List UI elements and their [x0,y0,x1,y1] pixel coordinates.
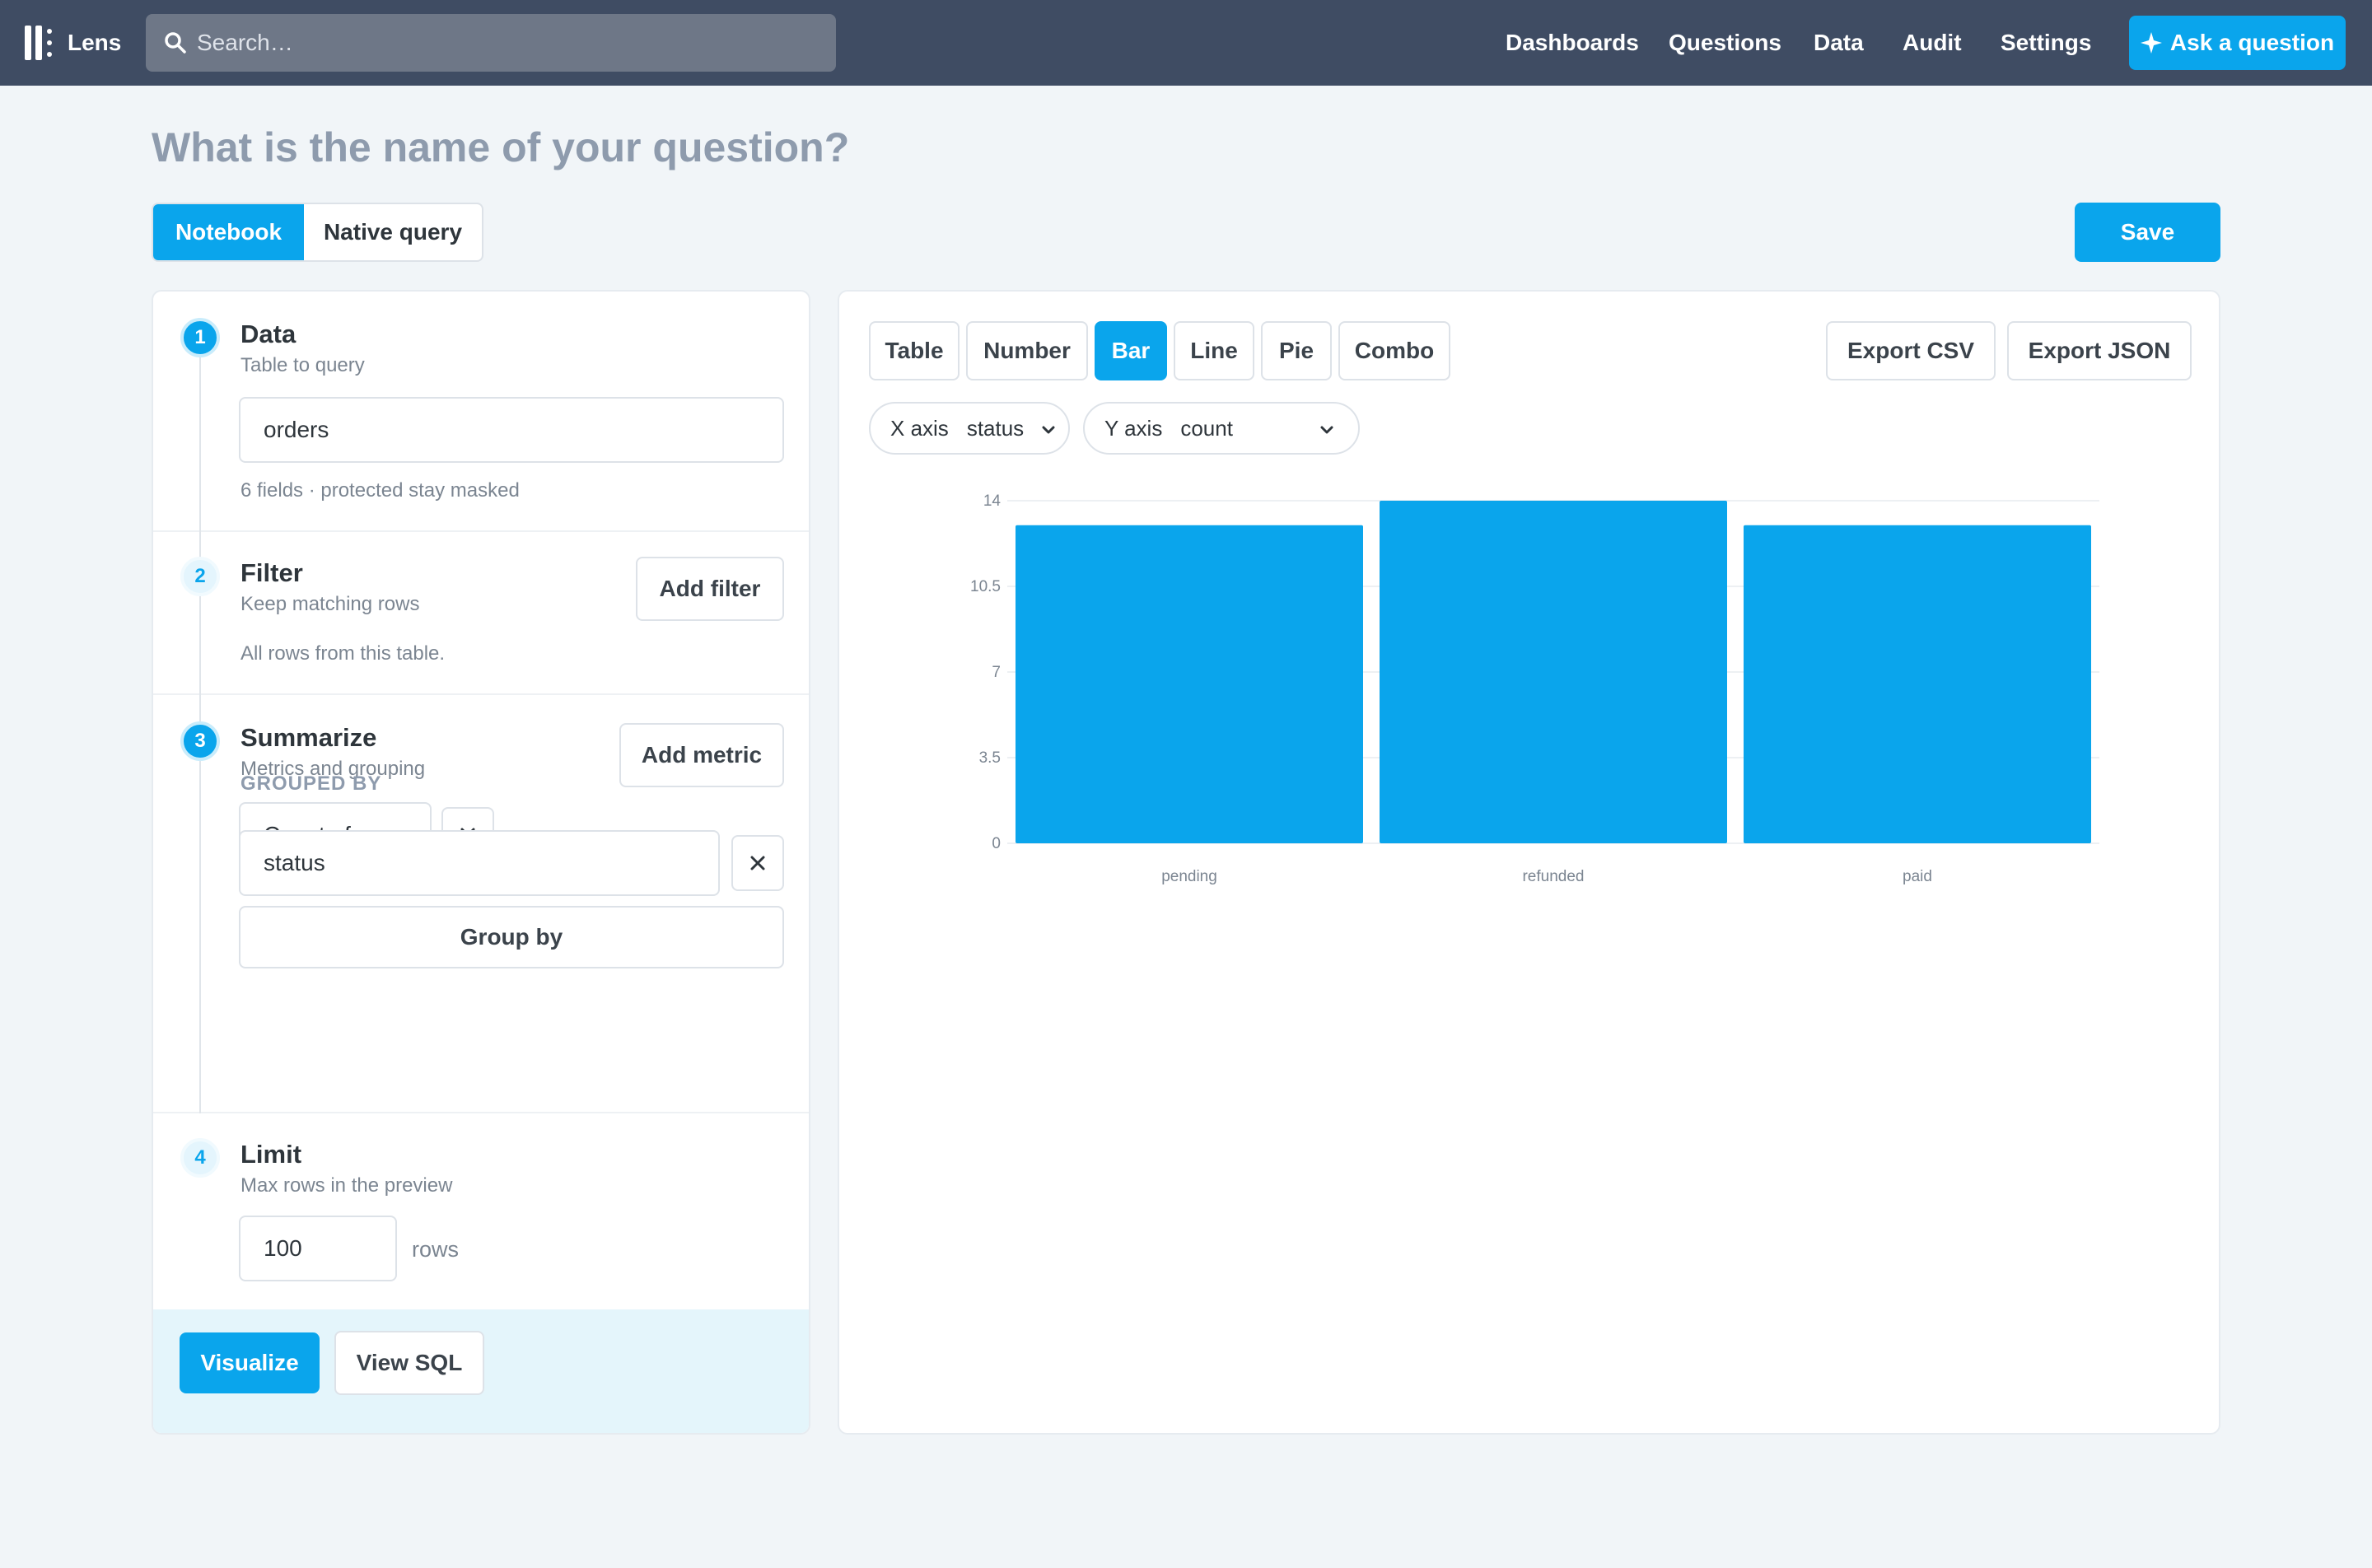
notebook-panel: 1 Data Table to query orders 6 fields · … [152,290,810,1435]
table-select[interactable]: orders [239,397,784,463]
bar-refunded[interactable] [1380,501,1727,843]
step-number: 1 [180,318,220,357]
x-tick-label: refunded [1522,868,1584,885]
step-title: Summarize [240,723,377,752]
step-summarize: 3 Summarize Metrics and grouping Add met… [153,695,809,1113]
tab-notebook[interactable]: Notebook [153,204,304,260]
step-data: 1 Data Table to query orders 6 fields · … [153,292,809,532]
save-button[interactable]: Save [2075,203,2220,262]
step-number: 2 [180,557,220,596]
x-tick-label: pending [1161,868,1217,885]
x-tick-label: paid [1903,868,1932,885]
grouped-by-label: GROUPED BY [240,772,382,795]
y-tick-label: 10.5 [970,578,1001,595]
group-by-button[interactable]: Group by [239,906,784,968]
search-input[interactable] [197,14,823,72]
notebook-footer: Visualize View SQL [153,1309,809,1433]
remove-group-button[interactable] [731,835,784,891]
step-title: Data [240,320,296,348]
search-bar[interactable] [146,14,836,72]
app-logo[interactable]: Lens [25,25,121,61]
mode-toggle: Notebook Native query [152,203,483,262]
app-name: Lens [68,30,122,55]
y-tick-label: 7 [992,664,1001,681]
step-title: Limit [240,1140,302,1169]
add-filter-button[interactable]: Add filter [636,557,784,621]
sparkle-icon [2140,32,2162,54]
nav-data[interactable]: Data [1814,0,1864,86]
step-number: 3 [180,721,220,761]
fields-note: 6 fields · protected stay masked [240,479,520,502]
limit-unit: rows [412,1237,460,1262]
view-sql-button[interactable]: View SQL [334,1331,484,1395]
y-tick-label: 0 [992,835,1001,852]
step-filter: 2 Filter Keep matching rows Add filter A… [153,532,809,695]
search-icon [165,32,186,54]
bar-pending[interactable] [1016,525,1363,843]
visualize-button[interactable]: Visualize [180,1332,320,1393]
limit-input[interactable]: 100 [239,1216,397,1281]
add-metric-button[interactable]: Add metric [619,723,784,787]
question-title[interactable]: What is the name of your question? [152,124,849,171]
nav-audit[interactable]: Audit [1903,0,1962,86]
step-title: Filter [240,558,303,587]
nav-questions[interactable]: Questions [1669,0,1781,86]
top-navigation-bar: Lens Dashboards Questions Data Audit Set… [0,0,2372,86]
step-subtitle: Max rows in the preview [240,1174,453,1197]
logo-icon [25,26,56,60]
bar-paid[interactable] [1744,525,2091,843]
step-number: 4 [180,1138,220,1178]
close-icon [750,856,765,870]
tab-native-query[interactable]: Native query [304,204,482,260]
step-subtitle: Table to query [240,354,365,376]
visualization-panel: Table Number Bar Line Pie Combo Export C… [838,290,2220,1435]
bar-chart: 0 3.5 7 10.5 14 pending refunded paid [970,492,2099,885]
nav-settings[interactable]: Settings [2001,0,2091,86]
y-tick-label: 14 [983,492,1002,510]
nav-dashboards[interactable]: Dashboards [1506,0,1639,86]
y-tick-label: 3.5 [979,749,1001,767]
ask-question-label: Ask a question [2169,30,2335,55]
ask-question-button[interactable]: Ask a question [2129,16,2346,70]
step-limit: 4 Limit Max rows in the preview 100 rows [153,1113,809,1309]
step-subtitle: Keep matching rows [240,593,420,615]
filter-empty-note: All rows from this table. [240,642,446,665]
group-by-field[interactable]: status [239,830,720,896]
